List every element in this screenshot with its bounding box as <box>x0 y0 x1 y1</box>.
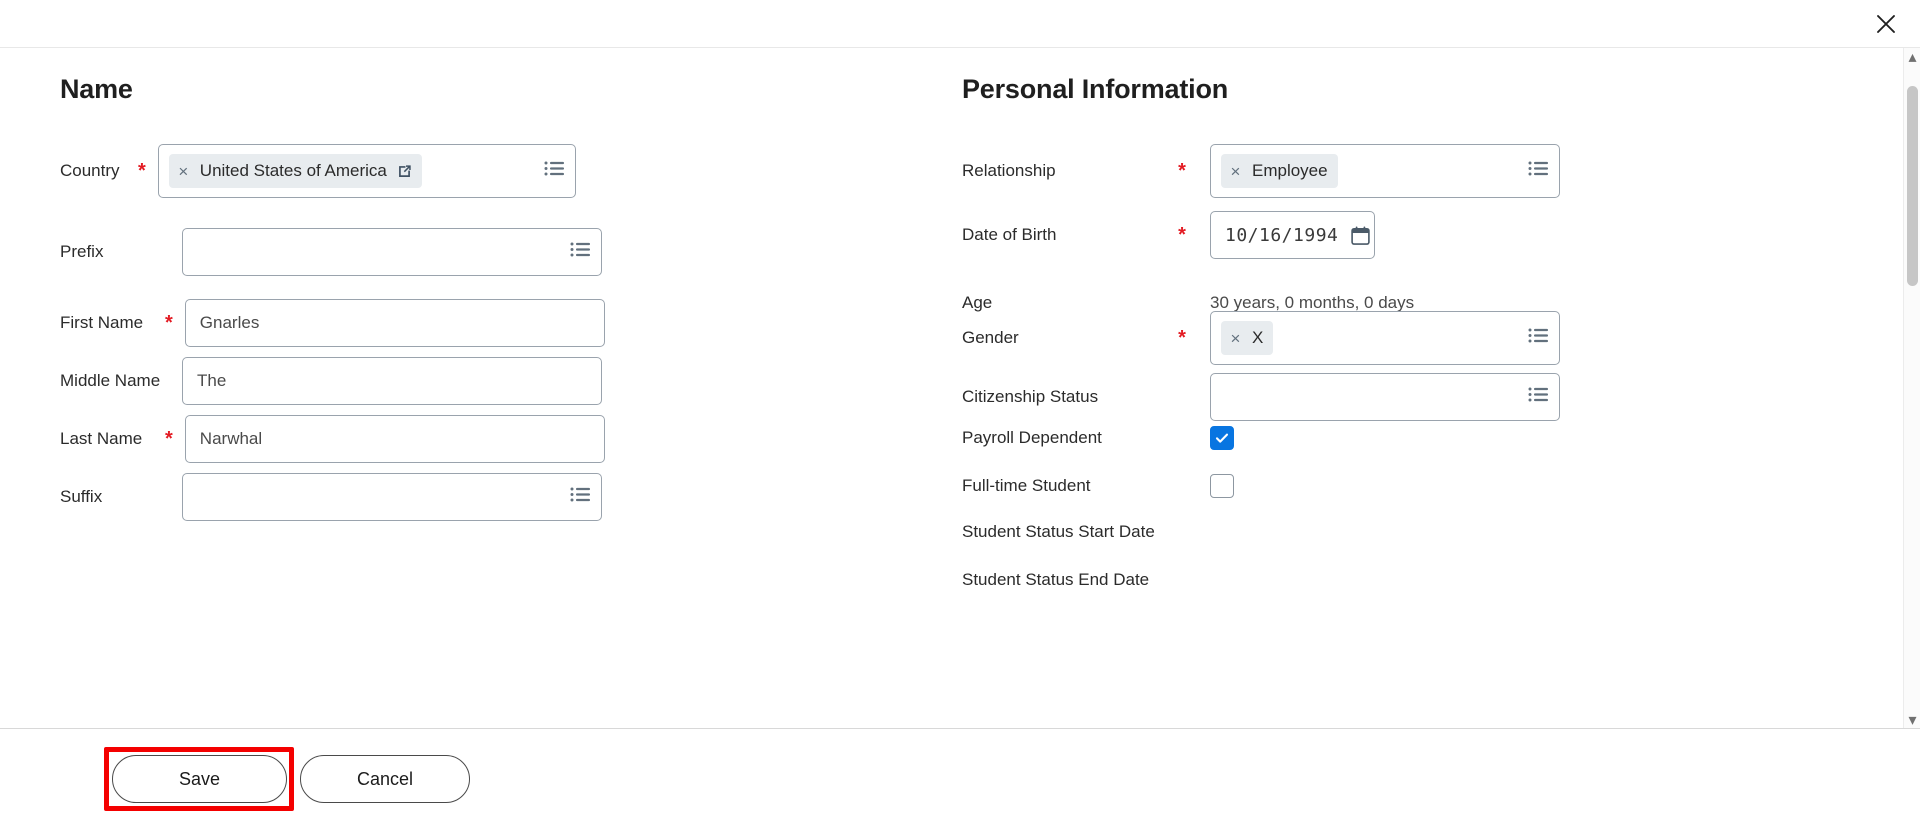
full-time-student-checkbox[interactable] <box>1210 474 1234 498</box>
scroll-down-arrow-icon[interactable]: ▾ <box>1904 711 1920 729</box>
student-status-end-date-label: Student Status End Date <box>962 570 1150 589</box>
last-name-required-marker: * <box>165 428 173 450</box>
country-input[interactable]: × United States of America <box>157 144 576 198</box>
field-row-full-time-student: Full-time Student <box>962 474 1234 498</box>
prefix-list-prompt-icon[interactable] <box>570 242 590 263</box>
vertical-scrollbar[interactable]: ▴ ▾ <box>1903 48 1920 729</box>
payroll-dependent-label: Payroll Dependent <box>962 428 1102 447</box>
last-name-value: Narwhal <box>199 429 263 448</box>
suffix-input[interactable] <box>182 473 602 521</box>
date-of-birth-input[interactable]: 10/16/1994 <box>1210 211 1375 259</box>
field-row-country: Country * × United States of America <box>60 144 576 198</box>
field-row-gender-inner: Gender * × X <box>962 311 1560 365</box>
country-required-marker: * <box>138 160 146 182</box>
relationship-list-prompt-icon[interactable] <box>1528 161 1548 182</box>
field-row-suffix: Suffix <box>60 473 602 521</box>
country-selected-pill[interactable]: × United States of America <box>168 154 422 188</box>
scrollbar-thumb[interactable] <box>1907 86 1918 286</box>
gender-input[interactable]: × X <box>1210 311 1560 365</box>
gender-required-marker: * <box>1178 327 1186 349</box>
country-label: Country <box>60 161 120 180</box>
dialog-footer: Save Cancel <box>0 728 1920 839</box>
field-row-prefix: Prefix <box>60 228 602 276</box>
gender-list-prompt-icon[interactable] <box>1528 328 1548 349</box>
age-value: 30 years, 0 months, 0 days <box>1210 293 1415 312</box>
field-row-first-name: First Name * Gnarles <box>60 299 605 347</box>
remove-country-icon[interactable]: × <box>177 163 190 180</box>
relationship-value: Employee <box>1252 161 1328 180</box>
edit-dependent-dialog: Name Country * × United States of Americ… <box>0 0 1920 839</box>
student-status-start-date-label: Student Status Start Date <box>962 522 1155 541</box>
field-row-age: Age 30 years, 0 months, 0 days <box>962 293 1414 313</box>
dialog-header <box>0 0 1920 48</box>
dialog-body: Name Country * × United States of Americ… <box>0 48 1920 728</box>
citizenship-status-input[interactable] <box>1210 373 1560 421</box>
name-section-title: Name <box>60 74 133 104</box>
field-row-payroll-dependent: Payroll Dependent <box>962 426 1234 450</box>
relationship-selected-pill[interactable]: × Employee <box>1221 154 1338 188</box>
date-of-birth-value: 10/16/1994 <box>1225 224 1339 246</box>
calendar-icon[interactable] <box>1350 225 1371 246</box>
country-list-prompt-icon[interactable] <box>544 161 564 182</box>
middle-name-input[interactable]: The <box>182 357 602 405</box>
country-value: United States of America <box>199 161 387 180</box>
prefix-input[interactable] <box>182 228 602 276</box>
gender-value: X <box>1252 328 1264 347</box>
gender-label: Gender <box>962 328 1019 347</box>
middle-name-label: Middle Name <box>60 371 161 390</box>
field-row-student-status-start-date: Student Status Start Date <box>962 522 1222 542</box>
citizenship-status-label: Citizenship Status <box>962 387 1099 406</box>
gender-selected-pill[interactable]: × X <box>1221 321 1274 355</box>
relationship-required-marker: * <box>1178 160 1186 182</box>
first-name-label: First Name <box>60 313 144 332</box>
field-row-date-of-birth: Date of Birth * 10/16/1994 <box>962 211 1375 259</box>
remove-gender-icon[interactable]: × <box>1229 330 1242 347</box>
payroll-dependent-checkbox[interactable] <box>1210 426 1234 450</box>
personal-information-section-title: Personal Information <box>962 74 1229 104</box>
suffix-list-prompt-icon[interactable] <box>570 487 590 508</box>
last-name-input[interactable]: Narwhal <box>184 415 605 463</box>
first-name-input[interactable]: Gnarles <box>184 299 605 347</box>
save-button[interactable]: Save <box>112 755 287 803</box>
citizenship-status-list-prompt-icon[interactable] <box>1528 387 1548 408</box>
field-row-relationship: Relationship * × Employee <box>962 144 1560 198</box>
middle-name-value: The <box>197 371 227 390</box>
field-row-student-status-end-date: Student Status End Date <box>962 570 1222 590</box>
age-label: Age <box>962 293 993 312</box>
field-row-citizenship-status: Citizenship Status <box>962 373 1560 421</box>
date-of-birth-required-marker: * <box>1178 224 1186 246</box>
field-row-last-name: Last Name * Narwhal <box>60 415 605 463</box>
external-link-icon[interactable] <box>397 164 412 179</box>
relationship-input[interactable]: × Employee <box>1210 144 1560 198</box>
suffix-label: Suffix <box>60 487 103 506</box>
remove-relationship-icon[interactable]: × <box>1229 163 1242 180</box>
field-row-middle-name: Middle Name The <box>60 357 602 405</box>
relationship-label: Relationship <box>962 161 1056 180</box>
cancel-button[interactable]: Cancel <box>300 755 470 803</box>
last-name-label: Last Name <box>60 429 143 448</box>
date-of-birth-label: Date of Birth <box>962 225 1057 244</box>
close-icon[interactable] <box>1868 6 1904 42</box>
first-name-value: Gnarles <box>199 313 260 332</box>
prefix-label: Prefix <box>60 242 104 261</box>
full-time-student-label: Full-time Student <box>962 476 1091 495</box>
scroll-up-arrow-icon[interactable]: ▴ <box>1904 48 1920 66</box>
first-name-required-marker: * <box>165 312 173 334</box>
